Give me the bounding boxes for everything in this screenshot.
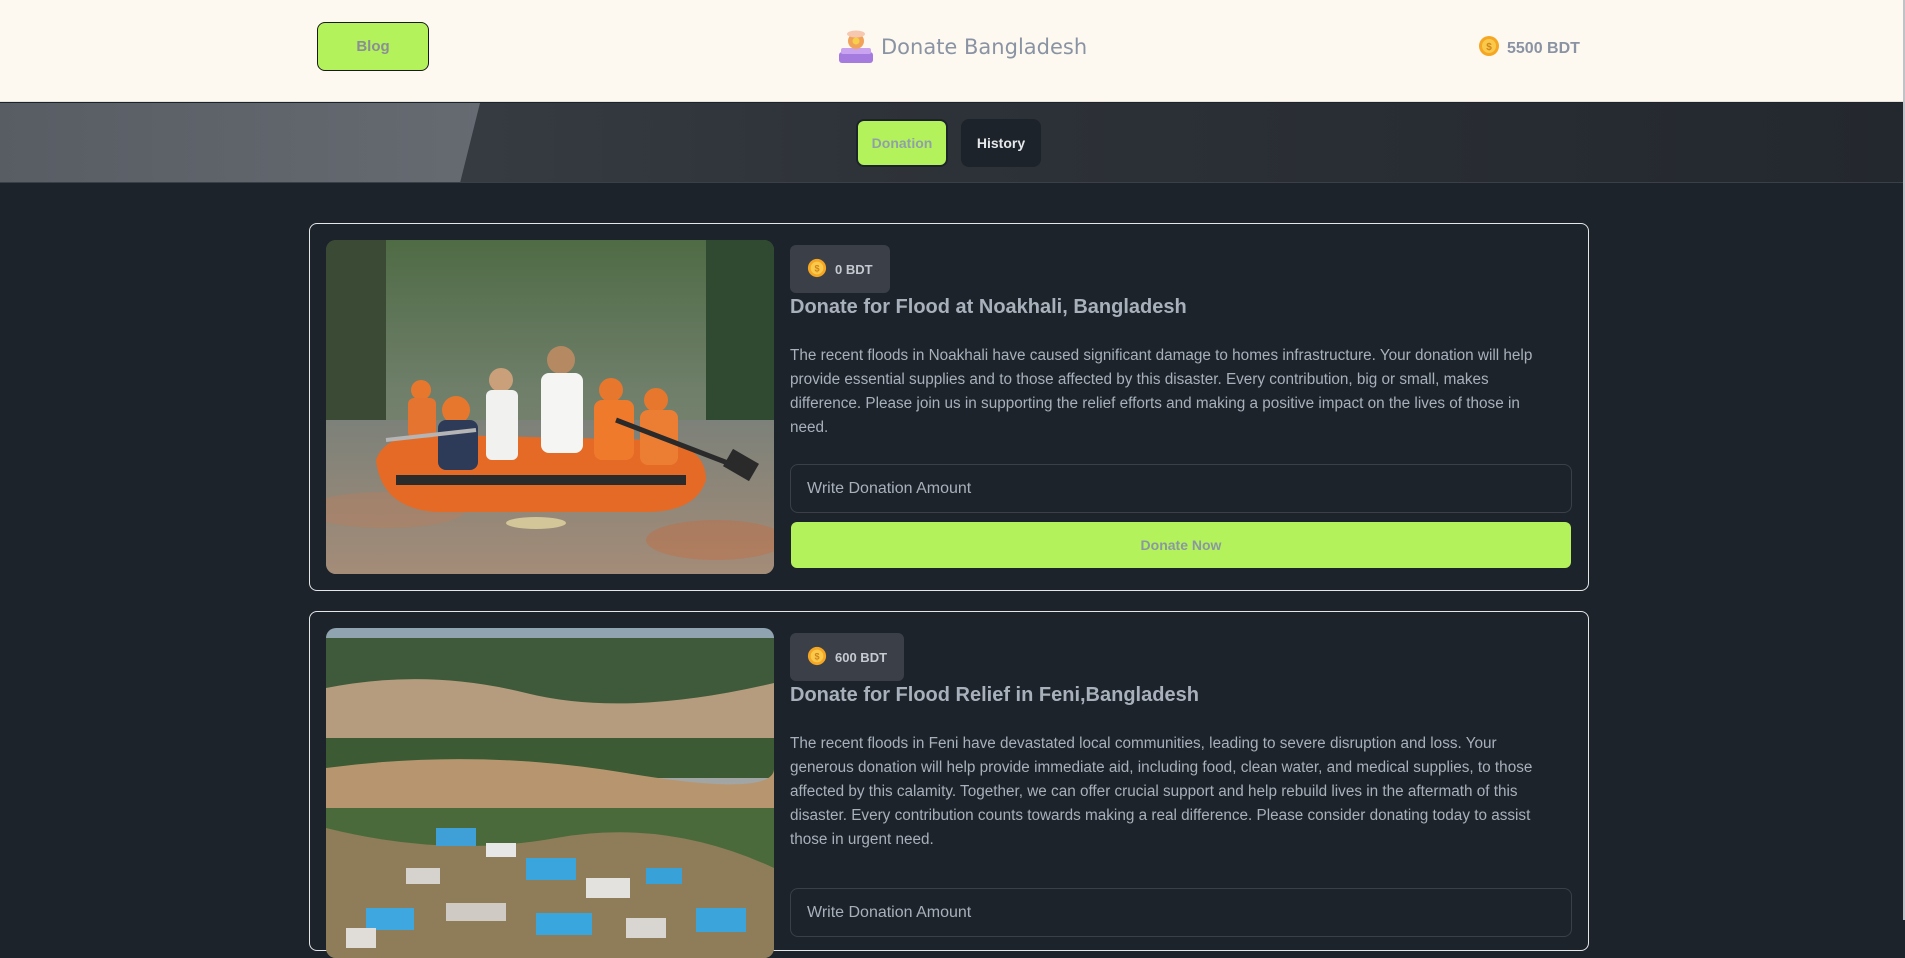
coin-icon: $ [1478,35,1500,62]
card-description: The recent floods in Feni have devastate… [790,735,1533,848]
card-title: Donate for Flood at Noakhali, Bangladesh [790,296,1187,318]
tab-donation[interactable]: Donation [856,119,948,167]
card-description: The recent floods in Noakhali have cause… [790,347,1533,436]
tab-bar-decoration [0,103,480,182]
flood-aerial-image [326,628,774,958]
balance-amount: 5500 BDT [1507,39,1580,57]
raised-amount-badge: $ 600 BDT [790,633,905,681]
card-title: Donate for Flood Relief in Feni,Banglade… [790,684,1199,706]
raised-amount-badge: $ 0 BDT [790,245,890,293]
svg-text:$: $ [814,651,819,661]
svg-text:$: $ [814,263,819,273]
coin-icon: $ [807,258,827,281]
donation-card: $ 0 BDT Donate for Flood at Noakhali, Ba… [309,223,1589,591]
donation-box-logo-icon [837,28,875,66]
tab-bar: Donation History [0,103,1903,183]
raised-amount: 600 BDT [835,649,888,665]
svg-text:$: $ [1486,42,1492,53]
donation-amount-input[interactable] [790,888,1572,937]
brand-name: Donate Bangladesh [881,35,1088,59]
blog-button[interactable]: Blog [317,22,429,71]
brand[interactable]: Donate Bangladesh [837,27,1087,67]
coin-icon: $ [807,646,827,669]
flood-rescue-image [326,240,774,574]
top-navbar: Blog Donate Bangladesh $ 5500 BDT [0,0,1903,102]
raised-amount: 0 BDT [835,261,873,277]
donation-card: $ 600 BDT Donate for Flood Relief in Fen… [309,611,1589,958]
donate-now-button[interactable]: Donate Now [791,522,1571,568]
account-balance: $ 5500 BDT [1478,35,1580,62]
donation-amount-input[interactable] [790,464,1572,513]
tab-history[interactable]: History [961,119,1041,167]
